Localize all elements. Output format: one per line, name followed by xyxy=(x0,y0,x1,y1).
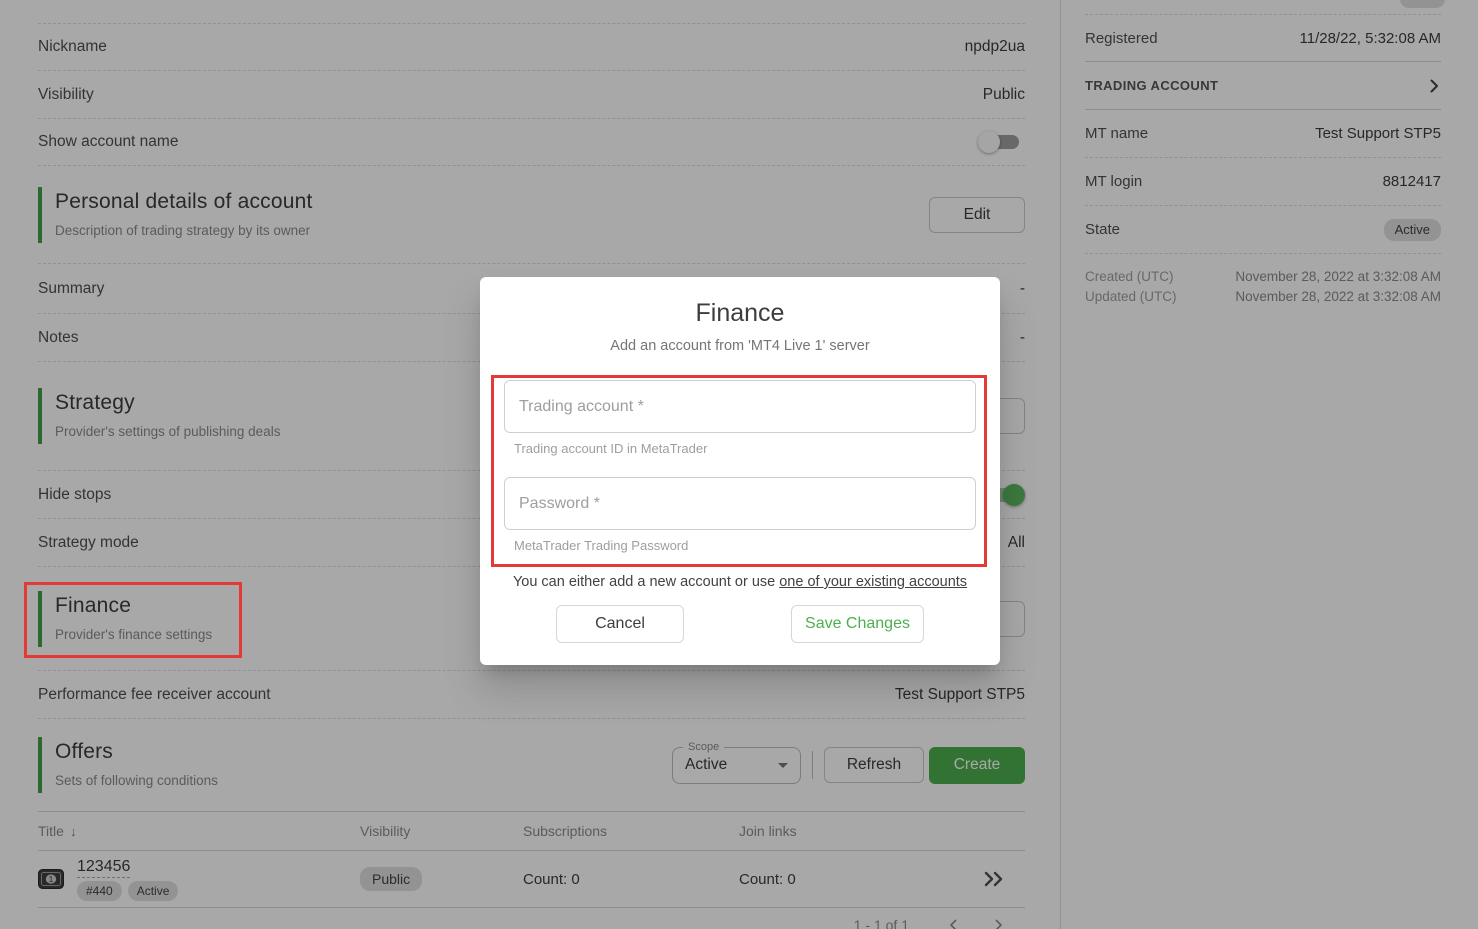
cancel-button[interactable]: Cancel xyxy=(556,605,684,643)
finance-modal: Finance Add an account from 'MT4 Live 1'… xyxy=(480,277,1000,665)
trading-account-helper: Trading account ID in MetaTrader xyxy=(514,441,976,456)
modal-title: Finance xyxy=(504,299,976,328)
save-changes-button[interactable]: Save Changes xyxy=(791,605,924,643)
password-helper: MetaTrader Trading Password xyxy=(514,538,976,553)
password-input[interactable] xyxy=(504,477,976,530)
existing-accounts-link[interactable]: one of your existing accounts xyxy=(779,574,967,590)
modal-subtitle: Add an account from 'MT4 Live 1' server xyxy=(504,338,976,354)
existing-accounts-hint: You can either add a new account or use … xyxy=(504,574,976,590)
provider-settings-page: Nickname npdp2ua Visibility Public Show … xyxy=(0,0,1478,929)
trading-account-input[interactable] xyxy=(504,380,976,433)
modal-actions: Cancel Save Changes xyxy=(556,605,924,643)
